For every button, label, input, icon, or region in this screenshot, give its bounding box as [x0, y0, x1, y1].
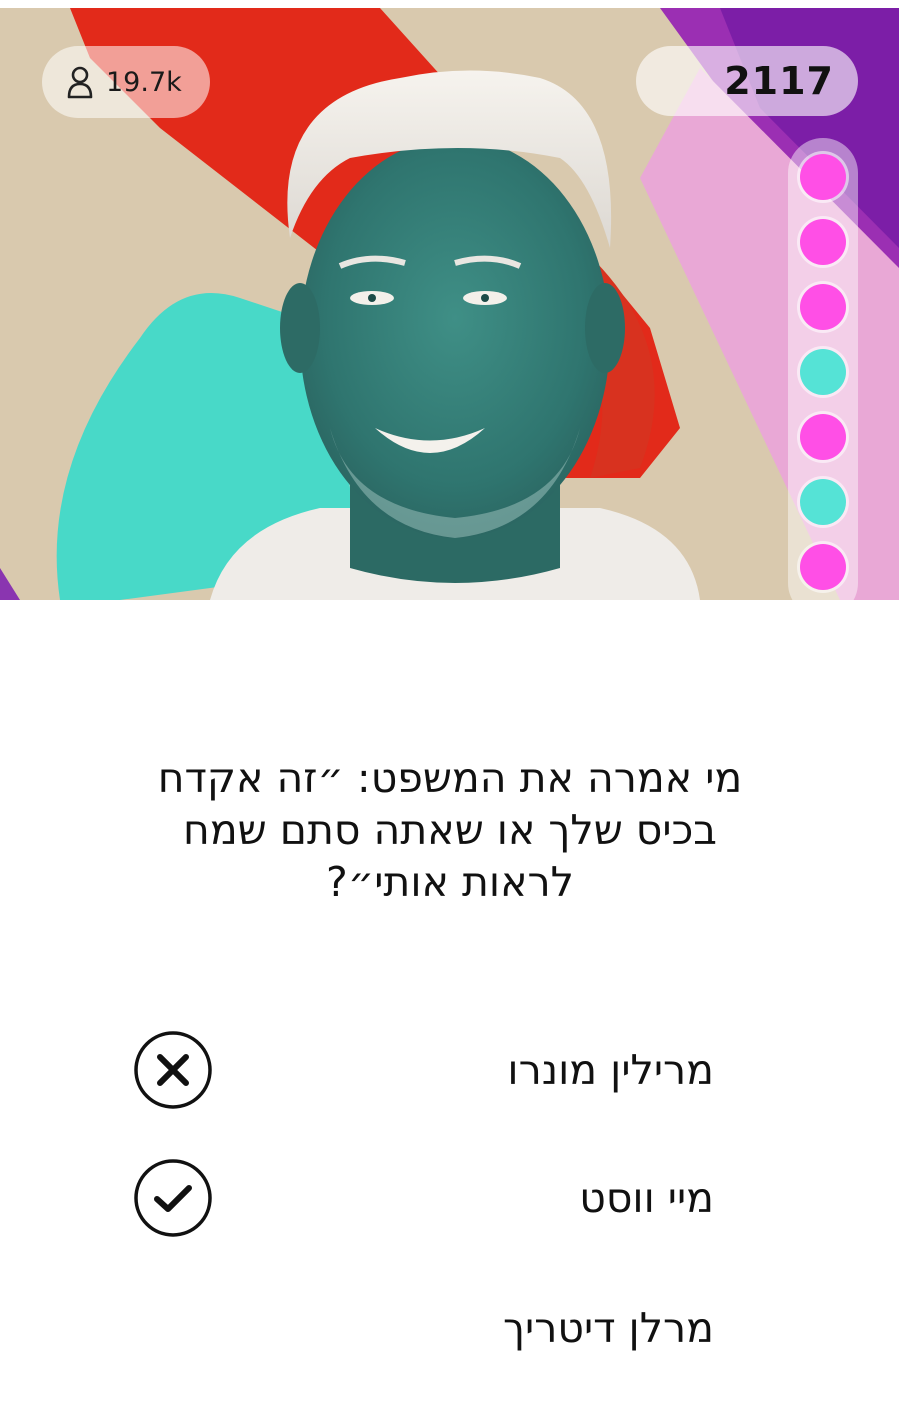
answer-label: מרלן דיטריך: [503, 1304, 714, 1352]
answer-label: מיי ווסט: [579, 1174, 714, 1222]
person-icon: [64, 65, 96, 99]
viewer-count: 19.7k: [106, 66, 182, 98]
progress-dot-magenta: [800, 544, 846, 590]
answer-option-3[interactable]: מרלן דיטריך: [120, 1278, 720, 1378]
x-circle-icon: [133, 1030, 213, 1110]
answer-option-1[interactable]: מרילין מונרו: [120, 1020, 720, 1120]
score-value: 2117: [724, 59, 834, 103]
score-badge: 2117: [636, 46, 858, 116]
viewers-badge: 19.7k: [42, 46, 210, 118]
progress-dot-magenta: [800, 414, 846, 460]
quiz-screen: 19.7k 2117 מי אמרה את המשפט: ״זה אקדח בכ…: [0, 0, 899, 1408]
question-progress: [788, 138, 858, 600]
answer-option-2[interactable]: מיי ווסט: [120, 1148, 720, 1248]
progress-dot-magenta: [800, 284, 846, 330]
progress-dot-cyan: [800, 479, 846, 525]
progress-dot-magenta: [800, 219, 846, 265]
progress-dot-cyan: [800, 349, 846, 395]
progress-dot-magenta: [800, 154, 846, 200]
check-circle-icon: [133, 1158, 213, 1238]
question-text: מי אמרה את המשפט: ״זה אקדח בכיס שלך או ש…: [157, 754, 743, 906]
answer-label: מרילין מונרו: [507, 1046, 714, 1094]
live-video: 19.7k 2117: [0, 8, 899, 600]
